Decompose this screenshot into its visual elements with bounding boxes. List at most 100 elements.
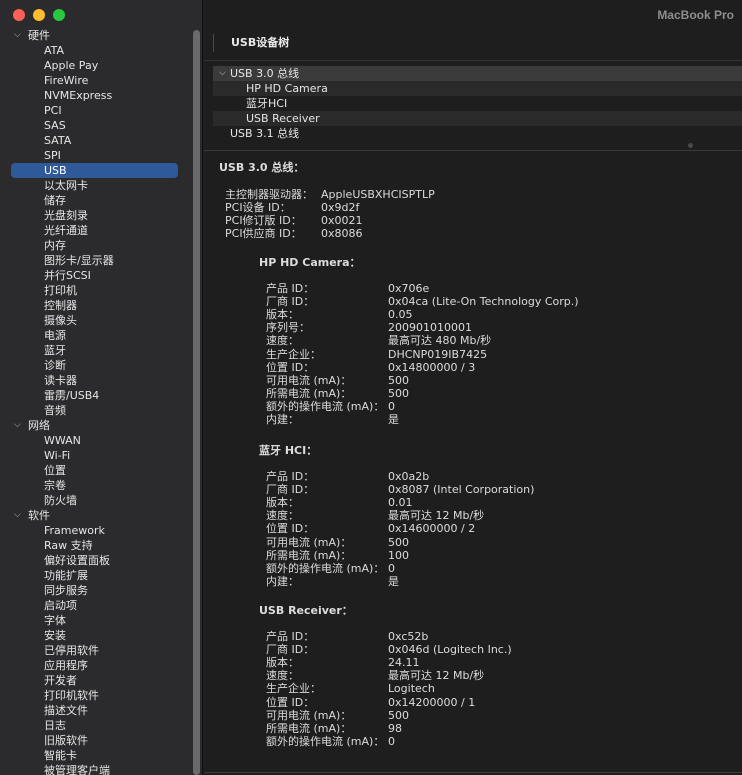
field-label: PCI修订版 ID：: [225, 214, 302, 228]
field-label: 额外的操作电流 (mA)：: [266, 561, 385, 575]
sidebar-item[interactable]: Raw 支持: [0, 538, 190, 553]
field-label: 可用电流 (mA)：: [266, 373, 352, 387]
tree-row[interactable]: ⌵ USB 3.0 总线: [213, 66, 742, 81]
sidebar-item[interactable]: 日志: [0, 718, 190, 733]
sidebar-item[interactable]: 内存: [0, 238, 190, 253]
field-value: 200901010001: [388, 321, 472, 335]
sidebar-item[interactable]: 宗卷: [0, 478, 190, 493]
sidebar-item[interactable]: 功能扩展: [0, 568, 190, 583]
sidebar-item[interactable]: Apple Pay: [0, 58, 190, 73]
sidebar-item[interactable]: 以太网卡: [0, 178, 190, 193]
sidebar-item-label: 偏好设置面板: [44, 554, 110, 567]
sidebar-item[interactable]: 应用程序: [0, 658, 190, 673]
sidebar-item-label: 储存: [44, 194, 66, 207]
sidebar-item[interactable]: 描述文件: [0, 703, 190, 718]
field-value: 0x0021: [321, 214, 363, 228]
sidebar-item[interactable]: 启动项: [0, 598, 190, 613]
sidebar-group[interactable]: ⌵ 软件: [0, 508, 190, 523]
sidebar-item[interactable]: NVMExpress: [0, 88, 190, 103]
sidebar-item-label: USB: [44, 164, 67, 177]
sidebar-item[interactable]: 旧版软件: [0, 733, 190, 748]
field-value: 0x04ca (Lite-On Technology Corp.): [388, 295, 579, 309]
field-label: 所需电流 (mA)：: [266, 386, 352, 400]
sidebar-item[interactable]: SATA: [0, 133, 190, 148]
field-label: 版本：: [266, 496, 299, 510]
tree-row[interactable]: USB 3.1 总线: [213, 126, 742, 141]
sidebar-item[interactable]: 被管理客户端: [0, 763, 190, 775]
sidebar-item-label: 功能扩展: [44, 569, 88, 582]
sidebar-item[interactable]: 字体: [0, 613, 190, 628]
sidebar-item-label: 安装: [44, 629, 66, 642]
sidebar-item-label: 宗卷: [44, 479, 66, 492]
tree-row[interactable]: 蓝牙HCI: [213, 96, 742, 111]
tree-row[interactable]: HP HD Camera: [213, 81, 742, 96]
sidebar-item-label: 已停用软件: [44, 644, 99, 657]
sidebar-item[interactable]: 控制器: [0, 298, 190, 313]
zoom-window-button[interactable]: [53, 9, 65, 21]
tree-row[interactable]: USB Receiver: [213, 111, 742, 126]
sidebar-item[interactable]: 智能卡: [0, 748, 190, 763]
field-value: 0: [388, 399, 395, 413]
sidebar-item[interactable]: 诊断: [0, 358, 190, 373]
sidebar-item[interactable]: 同步服务: [0, 583, 190, 598]
close-window-button[interactable]: [13, 9, 25, 21]
sidebar-item[interactable]: USB: [11, 163, 178, 178]
sidebar-item[interactable]: 雷雳/USB4: [0, 388, 190, 403]
sidebar-item-label: 同步服务: [44, 584, 88, 597]
sidebar-item-label: FireWire: [44, 74, 89, 87]
sidebar-item[interactable]: 读卡器: [0, 373, 190, 388]
field-label: 主控制器驱动器：: [225, 188, 313, 201]
sidebar-group[interactable]: ⌵ 网络: [0, 418, 190, 433]
splitter-handle[interactable]: [688, 143, 693, 148]
field-value: 0x14200000 / 1: [388, 695, 476, 709]
field-label: 位置 ID：: [266, 695, 315, 709]
sidebar-item[interactable]: 电源: [0, 328, 190, 343]
field-label: 产品 ID：: [266, 282, 315, 295]
sidebar-item[interactable]: 偏好设置面板: [0, 553, 190, 568]
sidebar-item[interactable]: 光盘刻录: [0, 208, 190, 223]
sidebar-group[interactable]: ⌵ 硬件: [0, 28, 190, 43]
field-value: AppleUSBXHCISPTLP: [321, 188, 435, 201]
sidebar-item[interactable]: 图形卡/显示器: [0, 253, 190, 268]
sidebar-item-label: 旧版软件: [44, 734, 88, 747]
sidebar-item[interactable]: 光纤通道: [0, 223, 190, 238]
sidebar-item[interactable]: PCI: [0, 103, 190, 118]
chevron-down-icon[interactable]: ⌵: [14, 508, 21, 523]
field-value: 0x14800000 / 3: [388, 360, 476, 374]
sidebar-item[interactable]: 音频: [0, 403, 190, 418]
field-label: 生产企业：: [266, 682, 321, 696]
sidebar-item[interactable]: 打印机: [0, 283, 190, 298]
field-label: 可用电流 (mA)：: [266, 535, 352, 549]
sidebar-scrollbar[interactable]: [193, 30, 200, 775]
sidebar-item[interactable]: 开发者: [0, 673, 190, 688]
sidebar-item[interactable]: 打印机软件: [0, 688, 190, 703]
chevron-down-icon[interactable]: ⌵: [14, 28, 21, 43]
field-label: PCI设备 ID：: [225, 201, 291, 215]
sidebar-item[interactable]: 储存: [0, 193, 190, 208]
sidebar-item[interactable]: 已停用软件: [0, 643, 190, 658]
sidebar-item[interactable]: 蓝牙: [0, 343, 190, 358]
sidebar-item[interactable]: Wi-Fi: [0, 448, 190, 463]
field-value: 500: [388, 373, 409, 387]
sidebar-item[interactable]: 位置: [0, 463, 190, 478]
sidebar-scrollbar-thumb[interactable]: [193, 30, 200, 775]
sidebar: ⌵ 硬件 ATA Apple Pay FireWire NVMExpress PCI SAS S…: [0, 0, 203, 775]
field-label: 版本：: [266, 308, 299, 322]
sidebar-item[interactable]: SAS: [0, 118, 190, 133]
sidebar-item-label: Framework: [44, 524, 105, 537]
minimize-window-button[interactable]: [33, 9, 45, 21]
sidebar-item[interactable]: FireWire: [0, 73, 190, 88]
sidebar-item[interactable]: ATA: [0, 43, 190, 58]
sidebar-item[interactable]: 摄像头: [0, 313, 190, 328]
chevron-down-icon[interactable]: ⌵: [219, 66, 226, 81]
sidebar-group-label: 软件: [28, 509, 50, 522]
sidebar-item[interactable]: 并行SCSI: [0, 268, 190, 283]
sidebar-item[interactable]: SPI: [0, 148, 190, 163]
chevron-down-icon[interactable]: ⌵: [14, 418, 21, 433]
sidebar-item-label: 字体: [44, 614, 66, 627]
field-label: 位置 ID：: [266, 522, 315, 536]
sidebar-item[interactable]: 安装: [0, 628, 190, 643]
sidebar-item[interactable]: WWAN: [0, 433, 190, 448]
sidebar-item[interactable]: Framework: [0, 523, 190, 538]
sidebar-item[interactable]: 防火墙: [0, 493, 190, 508]
